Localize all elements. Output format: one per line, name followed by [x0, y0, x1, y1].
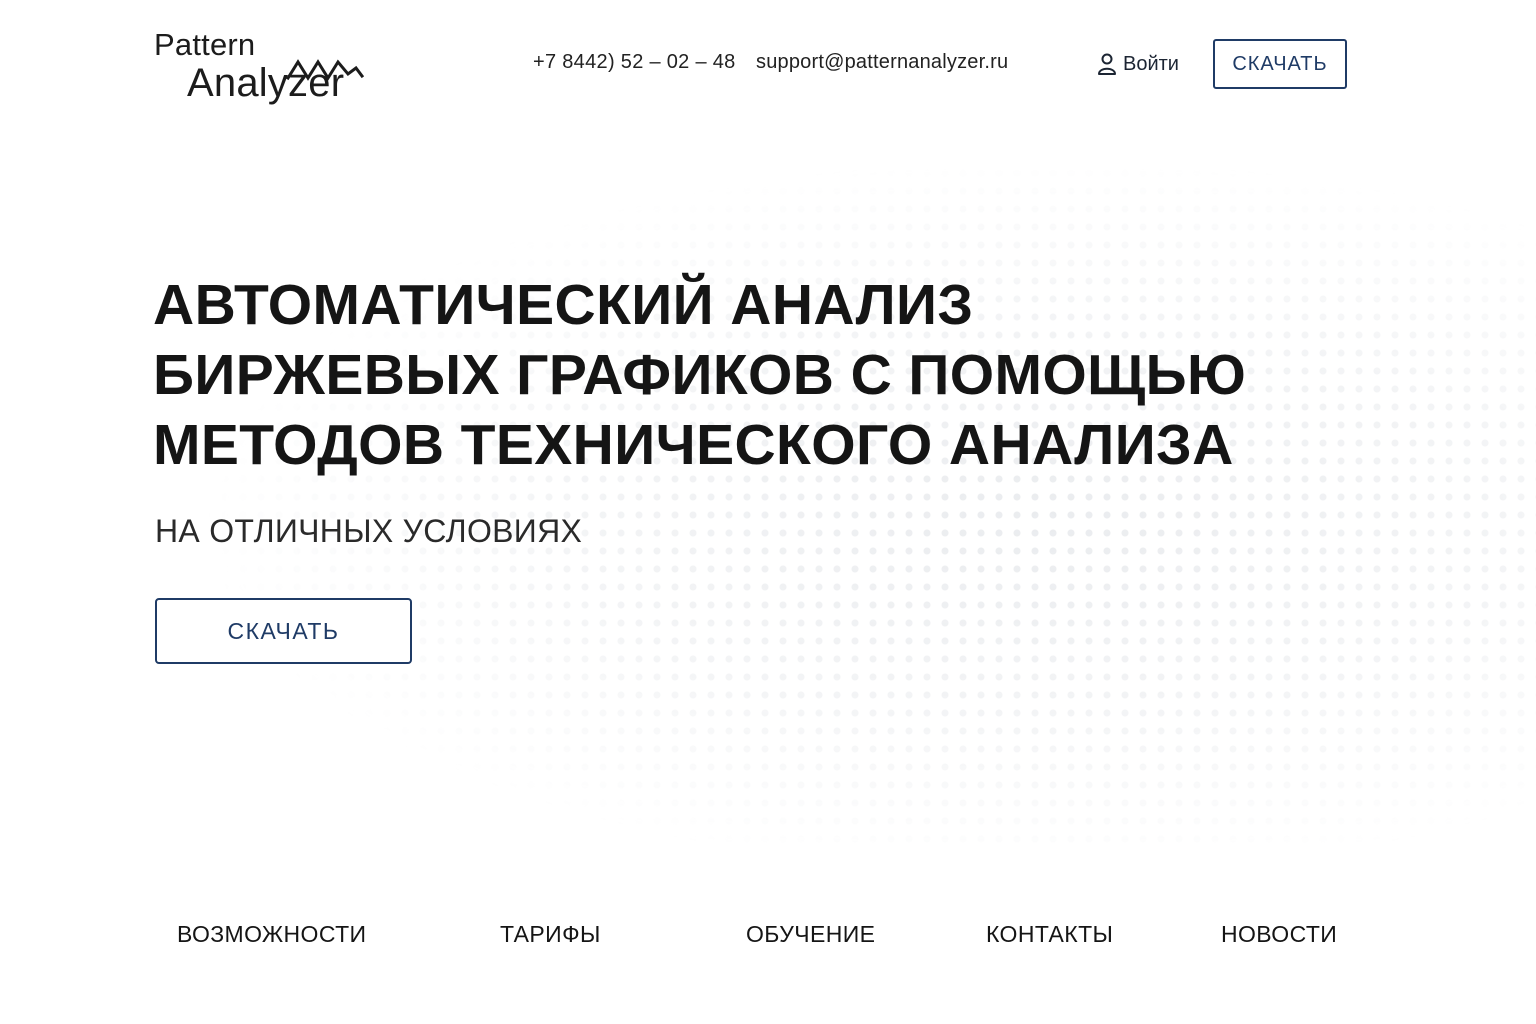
landing-page: Pattern Analyzer +7 8442) 52 – 02 – 48 s…	[0, 0, 1536, 1024]
hero-title-line-3: МЕТОДОВ ТЕХНИЧЕСКОГО АНАЛИЗА	[153, 413, 1234, 477]
logo[interactable]: Pattern Analyzer	[154, 28, 369, 108]
hero-subtitle: НА ОТЛИЧНЫХ УСЛОВИЯХ	[155, 513, 583, 549]
nav-item-news[interactable]: НОВОСТИ	[1221, 920, 1337, 948]
login-label: Войти	[1123, 53, 1179, 75]
nav-item-education[interactable]: ОБУЧЕНИЕ	[746, 920, 875, 948]
login-link[interactable]: Войти	[1097, 50, 1179, 78]
phone-link[interactable]: +7 8442) 52 – 02 – 48	[533, 50, 736, 74]
nav-item-features[interactable]: ВОЗМОЖНОСТИ	[177, 920, 366, 948]
halftone-background	[0, 110, 1536, 850]
hero-title: АВТОМАТИЧЕСКИЙ АНАЛИЗ БИРЖЕВЫХ ГРАФИКОВ …	[153, 270, 1253, 480]
hero-title-line-1: АВТОМАТИЧЕСКИЙ АНАЛИЗ	[153, 273, 974, 337]
logo-text-analyzer: Analyzer	[187, 61, 345, 105]
nav-item-contacts[interactable]: КОНТАКТЫ	[986, 920, 1113, 948]
hero-download-button[interactable]: СКАЧАТЬ	[155, 598, 412, 664]
hero-title-line-2: БИРЖЕВЫХ ГРАФИКОВ С ПОМОЩЬЮ	[153, 343, 1247, 407]
user-icon	[1098, 53, 1116, 75]
nav-item-pricing[interactable]: ТАРИФЫ	[500, 920, 601, 948]
email-link[interactable]: support@patternanalyzer.ru	[756, 50, 1008, 74]
logo-text-pattern: Pattern	[154, 27, 256, 62]
header-download-button[interactable]: СКАЧАТЬ	[1213, 39, 1347, 89]
